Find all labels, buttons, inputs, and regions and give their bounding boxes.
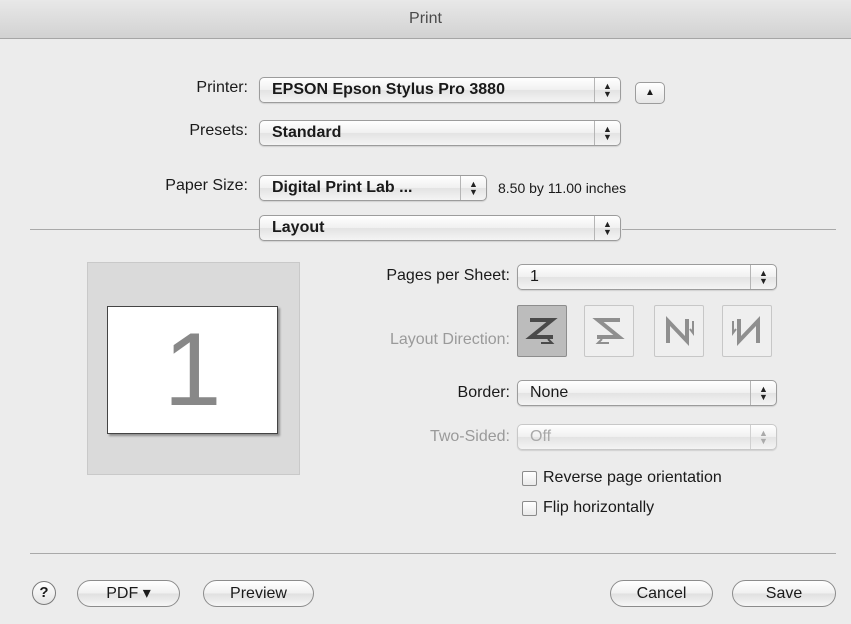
disclosure-button[interactable]: ▲	[635, 82, 665, 104]
reverse-orientation-checkbox[interactable]	[522, 471, 537, 486]
border-label: Border:	[457, 384, 510, 401]
z-left-right-icon[interactable]	[517, 305, 567, 357]
popup-arrows-icon: ▲ ▼	[460, 176, 486, 200]
paper-dimensions: 8.50 by 11.00 inches	[498, 180, 627, 196]
flip-horizontally-checkbox[interactable]	[522, 501, 537, 516]
s-reverse-icon[interactable]	[584, 305, 634, 357]
two-sided-popup[interactable]: Off ▲ ▼	[517, 424, 777, 450]
preview-page-number: 1	[107, 306, 278, 434]
pdf-menu-button[interactable]: PDF ▾	[77, 580, 180, 607]
paper-size-value: Digital Print Lab ...	[272, 179, 413, 196]
printer-value: EPSON Epson Stylus Pro 3880	[272, 81, 505, 98]
two-sided-label: Two-Sided:	[429, 428, 510, 445]
popup-arrows-icon: ▲ ▼	[594, 121, 620, 145]
printer-label: Printer:	[196, 79, 248, 96]
section-popup[interactable]: Layout ▲ ▼	[259, 215, 621, 241]
section-divider-right	[622, 229, 836, 230]
n-reverse-icon[interactable]	[722, 305, 772, 357]
printer-popup[interactable]: EPSON Epson Stylus Pro 3880 ▲ ▼	[259, 77, 621, 103]
border-popup[interactable]: None ▲ ▼	[517, 380, 777, 406]
pages-per-sheet-value: 1	[530, 268, 539, 285]
popup-arrows-icon: ▲ ▼	[594, 216, 620, 240]
flip-horizontally-label: Flip horizontally	[543, 499, 655, 516]
border-value: None	[530, 384, 569, 401]
paper-size-popup[interactable]: Digital Print Lab ... ▲ ▼	[259, 175, 487, 201]
paper-size-label: Paper Size:	[165, 177, 248, 194]
pages-per-sheet-popup[interactable]: 1 ▲ ▼	[517, 264, 777, 290]
presets-value: Standard	[272, 124, 342, 141]
reverse-orientation-label: Reverse page orientation	[543, 469, 722, 486]
help-button[interactable]: ?	[32, 581, 56, 605]
popup-arrows-icon: ▲ ▼	[594, 78, 620, 102]
window-title: Print	[0, 0, 851, 39]
two-sided-value: Off	[530, 428, 552, 445]
section-value: Layout	[272, 219, 325, 236]
popup-arrows-icon: ▲ ▼	[750, 381, 776, 405]
preview-button[interactable]: Preview	[203, 580, 314, 607]
save-button[interactable]: Save	[732, 580, 836, 607]
cancel-button[interactable]: Cancel	[610, 580, 713, 607]
presets-label: Presets:	[189, 122, 248, 139]
presets-popup[interactable]: Standard ▲ ▼	[259, 120, 621, 146]
layout-direction-label: Layout Direction:	[389, 331, 510, 348]
pages-per-sheet-label: Pages per Sheet:	[386, 267, 510, 284]
footer-divider	[30, 553, 836, 554]
popup-arrows-icon: ▲ ▼	[750, 265, 776, 289]
section-divider-left	[30, 229, 259, 230]
popup-arrows-icon: ▲ ▼	[750, 425, 776, 449]
n-down-icon[interactable]	[654, 305, 704, 357]
